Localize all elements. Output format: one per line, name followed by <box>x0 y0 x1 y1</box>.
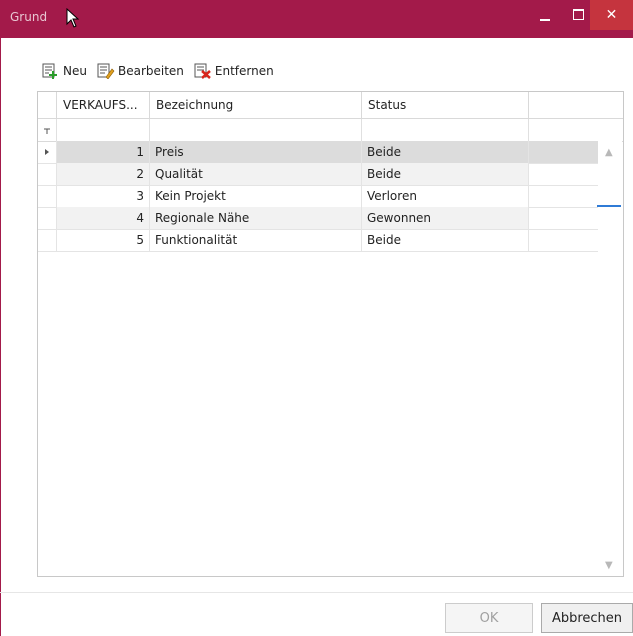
filter-cell-empty <box>529 119 623 141</box>
filter-row <box>38 119 623 142</box>
cell-empty <box>529 185 598 207</box>
column-header-bezeichnung[interactable]: Bezeichnung <box>150 92 362 119</box>
cell-status[interactable]: Gewonnen <box>362 207 529 229</box>
edit-button[interactable]: Bearbeiten <box>97 63 184 79</box>
edit-document-icon <box>97 63 115 79</box>
title-bar[interactable]: Grund ✕ <box>0 0 633 38</box>
scroll-down-icon[interactable]: ▼ <box>605 560 613 571</box>
minimize-button[interactable] <box>528 0 562 30</box>
row-indicator <box>38 229 57 251</box>
column-header-status[interactable]: Status <box>362 92 529 119</box>
cell-empty <box>529 163 598 185</box>
dialog-window: Grund ✕ Neu Bearbeiten Entfernen VERKAUF… <box>0 0 633 636</box>
row-header-corner <box>38 92 57 119</box>
toolbar: Neu Bearbeiten Entfernen <box>42 62 284 80</box>
filter-cell-status[interactable] <box>362 119 529 141</box>
cell-name[interactable]: Kein Projekt <box>150 185 362 207</box>
column-header-empty <box>529 92 623 119</box>
filter-cell-verkaufs[interactable] <box>57 119 150 141</box>
filter-icon <box>44 128 50 134</box>
table-row[interactable]: 1 Preis Beide <box>38 141 598 164</box>
splitter-indicator <box>597 205 621 207</box>
cell-number[interactable]: 5 <box>57 229 150 251</box>
current-row-arrow-icon <box>45 149 49 155</box>
ok-button[interactable]: OK <box>445 603 533 633</box>
mouse-cursor-icon <box>66 8 80 28</box>
cancel-button[interactable]: Abbrechen <box>541 603 633 633</box>
table-row[interactable]: 3 Kein Projekt Verloren <box>38 185 598 208</box>
cell-number[interactable]: 4 <box>57 207 150 229</box>
new-document-icon <box>42 63 57 79</box>
new-button-label: Neu <box>63 64 87 78</box>
remove-button-label: Entfernen <box>214 64 274 78</box>
table-row[interactable]: 2 Qualität Beide <box>38 163 598 186</box>
cell-name[interactable]: Qualität <box>150 163 362 185</box>
footer-divider <box>0 592 633 593</box>
edit-button-label: Bearbeiten <box>117 64 184 78</box>
table-row[interactable]: 5 Funktionalität Beide <box>38 229 598 252</box>
data-grid: VERKAUFS... Bezeichnung Status 1 Preis B… <box>37 91 624 577</box>
scroll-up-icon[interactable]: ▲ <box>605 147 613 158</box>
remove-button[interactable]: Entfernen <box>194 63 274 79</box>
cell-name[interactable]: Regionale Nähe <box>150 207 362 229</box>
cell-name[interactable]: Preis <box>150 141 362 163</box>
cell-empty <box>529 141 598 163</box>
cell-number[interactable]: 3 <box>57 185 150 207</box>
cell-status[interactable]: Beide <box>362 229 529 251</box>
cell-number[interactable]: 2 <box>57 163 150 185</box>
table-row[interactable]: 4 Regionale Nähe Gewonnen <box>38 207 598 230</box>
filter-cell-bezeichnung[interactable] <box>150 119 362 141</box>
column-header-verkaufs[interactable]: VERKAUFS... <box>57 92 150 119</box>
cell-number[interactable]: 1 <box>57 141 150 163</box>
cell-empty <box>529 207 598 229</box>
row-indicator <box>38 163 57 185</box>
close-button[interactable]: ✕ <box>590 0 633 30</box>
new-button[interactable]: Neu <box>42 63 87 79</box>
cell-name[interactable]: Funktionalität <box>150 229 362 251</box>
cell-empty <box>529 229 598 251</box>
row-indicator <box>38 185 57 207</box>
close-icon: ✕ <box>605 7 618 23</box>
cell-status[interactable]: Beide <box>362 141 529 163</box>
filter-row-header <box>38 119 57 141</box>
window-title: Grund <box>10 10 48 24</box>
cell-status[interactable]: Verloren <box>362 185 529 207</box>
cell-status[interactable]: Beide <box>362 163 529 185</box>
delete-document-icon <box>194 63 211 79</box>
row-indicator <box>38 141 57 163</box>
row-indicator <box>38 207 57 229</box>
window-border <box>0 38 1 636</box>
